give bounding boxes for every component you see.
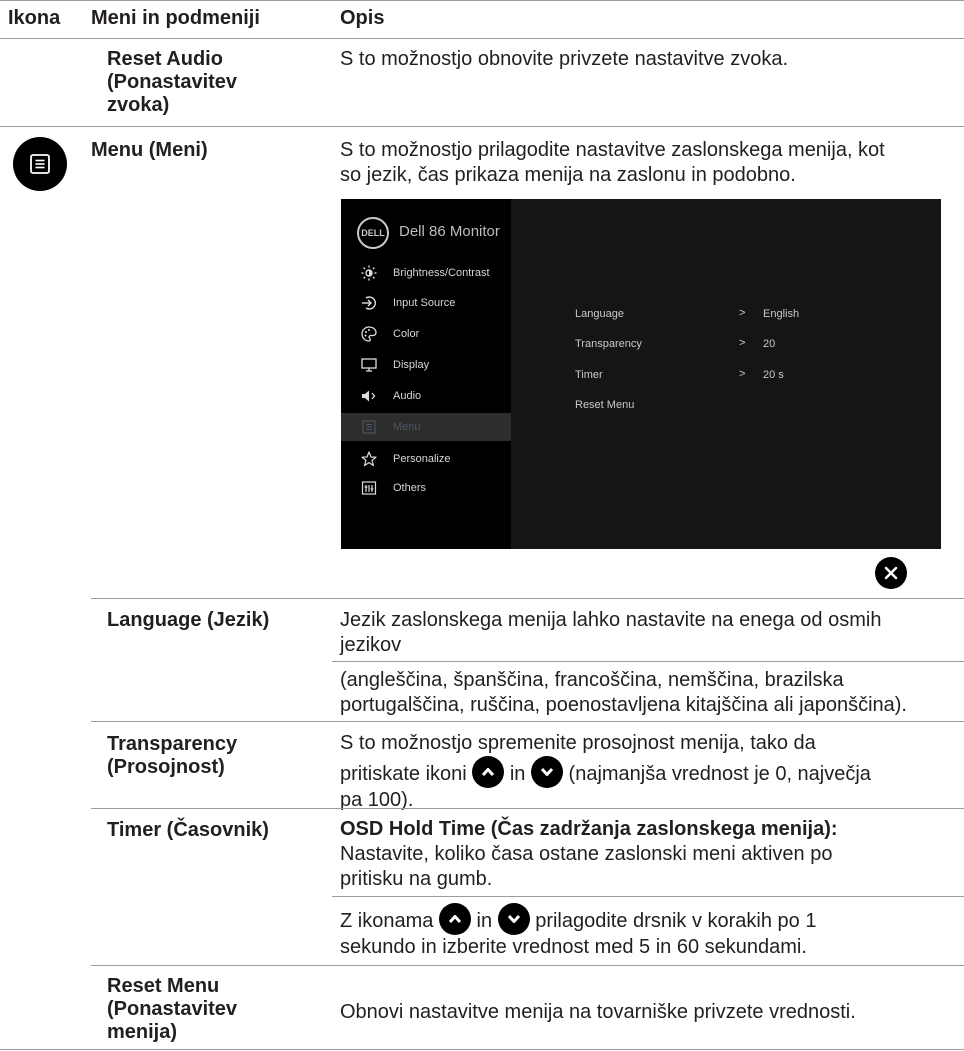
osd-item-personalize: Personalize: [341, 445, 511, 473]
menu-description: S to možnostjo prilagodite nastavitve za…: [340, 139, 885, 186]
close-icon: [875, 557, 907, 589]
osd-item-color: Color: [341, 320, 511, 348]
osd-setting-timer-label: Timer: [575, 369, 603, 381]
transparency-description: S to možnostjo spremenite prosojnost men…: [340, 732, 871, 811]
star-icon: [361, 451, 377, 467]
row-rule: [91, 598, 964, 599]
osd-setting-transparency-value: 20: [763, 338, 776, 350]
timer-description: OSD Hold Time (Čas zadržanja zaslonskega…: [340, 818, 838, 890]
osd-menu-screenshot: DELL Dell 86 Monitor Brightness/Contrast…: [341, 199, 941, 549]
transparency-name: Transparency (Prosojnost): [107, 733, 238, 778]
osd-item-brightness-contrast: Brightness/Contrast: [341, 259, 511, 287]
reset-menu-name: Reset Menu (Ponastavitev menija): [107, 975, 238, 1043]
down-arrow-icon: [497, 903, 530, 935]
color-palette-icon: [361, 326, 377, 342]
up-arrow-icon: [472, 756, 505, 788]
osd-setting-reset-menu-label: Reset Menu: [575, 399, 635, 411]
osd-setting-transparency-label: Transparency: [575, 338, 642, 350]
input-source-icon: [361, 295, 377, 311]
osd-title: Dell 86 Monitor: [399, 223, 500, 240]
row-rule: [91, 721, 964, 722]
subrow-rule: [332, 661, 964, 662]
osd-item-display: Display: [341, 351, 511, 379]
reset-audio-description: S to možnostjo obnovite privzete nastavi…: [340, 48, 789, 70]
display-icon: [361, 357, 377, 373]
up-arrow-icon: [438, 903, 471, 935]
language-name: Language (Jezik): [107, 609, 270, 631]
subrow-rule: [332, 896, 964, 897]
menu-list-icon: [361, 419, 377, 435]
header-description-column: Opis: [340, 7, 385, 29]
dell-logo: DELL: [357, 217, 389, 249]
reset-menu-description: Obnovi nastavitve menija na tovarniške p…: [340, 1001, 856, 1023]
osd-item-input-source: Input Source: [341, 289, 511, 317]
osd-item-audio: Audio: [341, 382, 511, 410]
header-menu-column: Meni in podmeniji: [91, 7, 260, 29]
timer-name: Timer (Časovnik): [107, 819, 269, 841]
osd-setting-timer-value: 20 s: [763, 369, 784, 381]
speaker-icon: [361, 388, 377, 404]
row-rule: [91, 808, 964, 809]
timer-slider-description: Z ikonama in prilagodite drsnik v koraki…: [340, 903, 960, 960]
menu-name: Menu (Meni): [91, 139, 208, 161]
language-list-description: (angleščina, španščina, francoščina, nem…: [340, 669, 907, 716]
reset-audio-name: Reset Audio (Ponastavitev zvoka): [107, 48, 238, 116]
osd-setting-language-value: English: [763, 308, 800, 320]
row-rule: [91, 965, 964, 966]
row-rule: [0, 126, 964, 127]
osd-item-others: Others: [341, 474, 511, 502]
osd-setting-language-label: Language: [575, 308, 624, 320]
chevron-right-icon: >: [739, 368, 746, 380]
chevron-right-icon: >: [739, 307, 746, 319]
down-arrow-icon: [530, 756, 563, 788]
language-description: Jezik zaslonskega menija lahko nastavite…: [340, 609, 882, 656]
others-icon: [361, 480, 377, 496]
menu-list-icon: [13, 137, 67, 191]
bottom-rule: [0, 1049, 964, 1050]
top-rule: [0, 0, 964, 1]
chevron-right-icon: >: [739, 337, 746, 349]
header-rule: [0, 38, 964, 39]
osd-item-menu: Menu: [341, 413, 511, 441]
header-icon-column: Ikona: [8, 7, 61, 29]
brightness-icon: [361, 265, 377, 281]
